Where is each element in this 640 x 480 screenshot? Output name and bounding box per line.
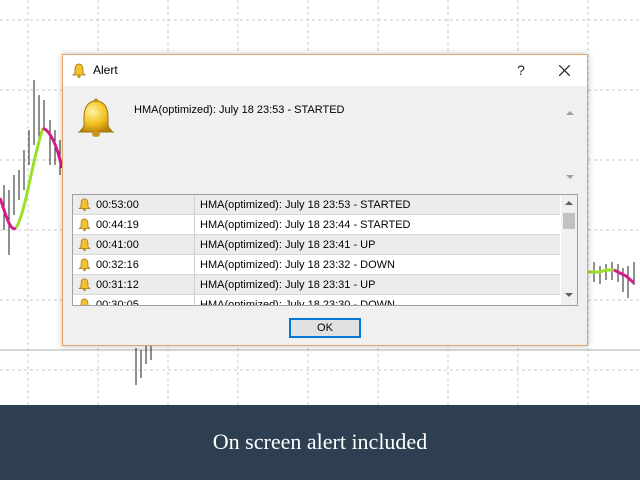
indicator-line-right-down xyxy=(613,268,635,285)
row-time: 00:44:19 xyxy=(96,219,139,231)
dialog-titlebar[interactable]: Alert ? xyxy=(63,55,587,86)
caption-banner: On screen alert included xyxy=(0,405,640,480)
indicator-line-right-up xyxy=(588,268,614,274)
table-row[interactable]: 00:44:19 HMA(optimized): July 18 23:44 - … xyxy=(73,215,560,235)
indicator-line-down-2 xyxy=(42,126,64,169)
table-row[interactable]: 00:53:00 HMA(optimized): July 18 23:53 - … xyxy=(73,195,560,215)
alert-dialog: Alert ? HMA(optimized): July 18 23:53 - … xyxy=(62,54,588,346)
caption-text: On screen alert included xyxy=(212,429,428,454)
bell-icon xyxy=(78,298,91,305)
help-button[interactable]: ? xyxy=(506,55,536,86)
table-row[interactable]: 00:41:00 HMA(optimized): July 18 23:41 - … xyxy=(73,235,560,255)
list-scrollbar[interactable] xyxy=(561,195,577,305)
scroll-up-arrow-icon[interactable] xyxy=(566,111,574,115)
alert-message: HMA(optimized): July 18 23:53 - STARTED xyxy=(134,104,345,116)
bell-icon xyxy=(78,238,91,252)
table-row[interactable]: 00:32:16 HMA(optimized): July 18 23:32 - … xyxy=(73,255,560,275)
dialog-title: Alert xyxy=(93,63,118,77)
table-row[interactable]: 00:31:12 HMA(optimized): July 18 23:31 - … xyxy=(73,275,560,295)
bell-icon xyxy=(78,258,91,272)
row-message: HMA(optimized): July 18 23:44 - STARTED xyxy=(200,219,411,231)
message-scrollbar[interactable] xyxy=(563,103,577,185)
column-divider xyxy=(194,195,195,215)
row-message: HMA(optimized): July 18 23:30 - DOWN xyxy=(200,299,395,306)
table-row[interactable]: 00:30:05 HMA(optimized): July 18 23:30 - … xyxy=(73,295,560,306)
row-message: HMA(optimized): July 18 23:31 - UP xyxy=(200,279,376,291)
bell-icon xyxy=(78,198,91,212)
column-divider xyxy=(194,235,195,255)
row-message: HMA(optimized): July 18 23:41 - UP xyxy=(200,239,376,251)
bell-icon xyxy=(78,278,91,292)
row-message: HMA(optimized): July 18 23:53 - STARTED xyxy=(200,199,411,211)
column-divider xyxy=(194,275,195,295)
close-button[interactable] xyxy=(549,55,581,86)
close-icon xyxy=(559,65,570,76)
row-message: HMA(optimized): July 18 23:32 - DOWN xyxy=(200,259,395,271)
alert-history-list[interactable]: 00:53:00 HMA(optimized): July 18 23:53 - … xyxy=(72,194,578,306)
scroll-down-arrow-icon[interactable] xyxy=(565,293,573,297)
column-divider xyxy=(194,255,195,275)
row-time: 00:30:05 xyxy=(96,299,139,306)
scroll-thumb[interactable] xyxy=(563,213,575,229)
column-divider xyxy=(194,215,195,235)
bell-icon xyxy=(72,63,86,79)
column-divider xyxy=(194,295,195,305)
bell-icon xyxy=(77,98,115,137)
row-time: 00:53:00 xyxy=(96,199,139,211)
scroll-down-arrow-icon[interactable] xyxy=(566,175,574,179)
ok-button[interactable]: OK xyxy=(289,318,361,338)
scroll-up-arrow-icon[interactable] xyxy=(565,201,573,205)
row-time: 00:31:12 xyxy=(96,279,139,291)
row-time: 00:32:16 xyxy=(96,259,139,271)
row-time: 00:41:00 xyxy=(96,239,139,251)
bell-icon xyxy=(78,218,91,232)
